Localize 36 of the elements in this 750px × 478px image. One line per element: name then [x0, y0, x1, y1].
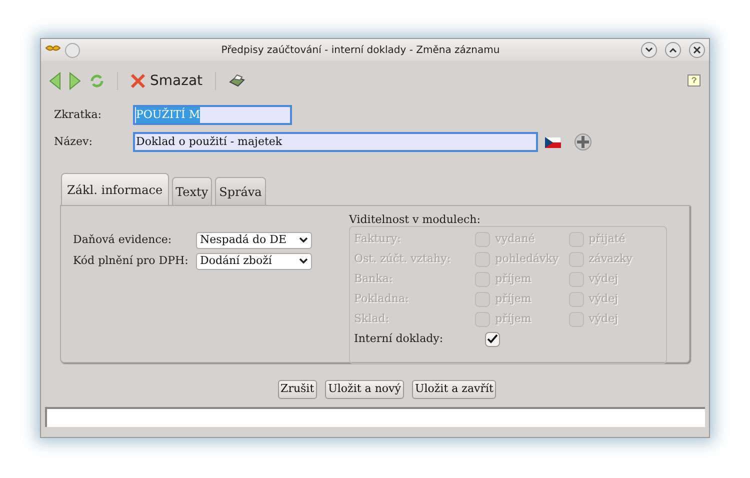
dropdown[interactable]: Nespadá do DE — [196, 232, 312, 248]
tab[interactable]: Správa — [215, 177, 266, 205]
add-icon[interactable] — [574, 133, 592, 151]
chevron-down-icon — [645, 47, 653, 53]
minimize-button[interactable] — [641, 42, 657, 58]
back-icon[interactable] — [49, 72, 61, 90]
chevron-down-icon — [299, 237, 308, 243]
field-label: Daňová evidence: — [73, 232, 173, 248]
dropdown[interactable]: Dodání zboží — [196, 252, 312, 270]
close-icon — [693, 46, 701, 54]
window-title: Předpisy zaúčtování - interní doklady - Změna záznamu — [220, 44, 501, 58]
forward-icon[interactable] — [69, 72, 81, 90]
dialog-button[interactable]: Uložit a zavřít — [412, 380, 496, 399]
tab[interactable]: Texty — [172, 177, 212, 205]
chevron-down-icon — [299, 258, 308, 264]
delete-button[interactable]: Smazat — [130, 70, 203, 92]
chevron-up-icon — [669, 47, 677, 53]
dialog-button[interactable]: Zrušit — [278, 380, 318, 399]
flag-icon[interactable] — [545, 136, 561, 148]
field-label: Zkratka: — [54, 106, 102, 123]
close-button[interactable] — [689, 42, 705, 58]
menu-button[interactable] — [65, 42, 80, 58]
group-title: Viditelnost v modulech: — [349, 212, 482, 226]
name-field[interactable]: Doklad o použití - majetek — [133, 132, 538, 152]
cross-icon — [130, 73, 146, 89]
check-icon — [487, 334, 498, 344]
tab[interactable]: Zákl. informace — [61, 173, 169, 205]
help-icon[interactable] — [687, 74, 701, 88]
refresh-icon[interactable] — [89, 73, 105, 89]
field-label: Kód plnění pro DPH: — [73, 252, 190, 269]
maximize-button[interactable] — [665, 42, 681, 58]
checkbox[interactable] — [485, 332, 500, 346]
dialog-button[interactable]: Uložit a nový — [325, 380, 404, 399]
row-label: Interní doklady: — [354, 330, 444, 347]
field-label: Název: — [54, 134, 94, 150]
printer-icon[interactable] — [228, 73, 246, 89]
